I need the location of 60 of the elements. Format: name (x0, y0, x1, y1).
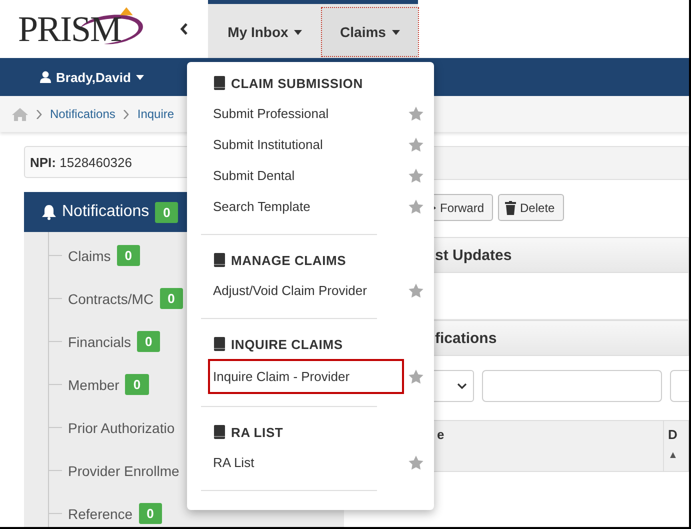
count-badge: 0 (116, 245, 140, 266)
user-icon (40, 71, 51, 83)
sort-indicator[interactable]: ▲ (668, 450, 688, 461)
count-badge: 0 (155, 202, 178, 222)
star-icon[interactable] (408, 282, 424, 298)
menu-section-title: MANAGE CLAIMS (231, 252, 346, 268)
menu-item[interactable]: Submit Professional (208, 98, 404, 129)
breadcrumb-link[interactable]: Notifications (50, 107, 116, 121)
chevron-icon (36, 110, 42, 118)
breadcrumb-link[interactable]: Inquire (137, 107, 174, 121)
count-badge: 0 (138, 503, 162, 524)
column-header[interactable]: D (668, 427, 688, 442)
notifications-title: Notifications (62, 203, 150, 221)
npi-text: NPI: 1528460326 (30, 154, 132, 170)
menu-section-title: INQUIRE CLAIMS (231, 336, 343, 352)
delete-button[interactable]: Delete (498, 194, 564, 221)
book-icon (213, 76, 226, 90)
menu-item[interactable]: Inquire Claim - Provider (208, 359, 404, 394)
notification-category[interactable]: Claims (68, 248, 111, 264)
column-header[interactable]: e (437, 427, 663, 442)
caret-icon (294, 30, 302, 34)
user-menu-button[interactable]: Brady,David (40, 70, 144, 84)
logo[interactable]: PRISM (18, 11, 122, 47)
chevron-icon (123, 110, 130, 118)
menu-item[interactable]: Adjust/Void Claim Provider (208, 275, 404, 306)
menu-section-title: CLAIM SUBMISSION (231, 76, 363, 90)
star-icon[interactable] (408, 136, 424, 152)
count-badge: 0 (125, 374, 149, 395)
book-icon (213, 425, 226, 439)
menu-section-title: RA LIST (231, 424, 284, 440)
star-icon[interactable] (408, 106, 424, 122)
star-icon[interactable] (408, 198, 424, 214)
bell-icon (42, 204, 56, 220)
trash-icon (505, 200, 516, 214)
notification-category[interactable]: Contracts/MC (68, 290, 154, 306)
count-badge: 0 (160, 288, 183, 309)
book-icon (213, 253, 226, 267)
notification-category[interactable]: Prior Authorizatio (68, 420, 175, 436)
star-icon[interactable] (408, 454, 424, 470)
notification-category[interactable]: Financials (68, 334, 132, 350)
menu-item[interactable]: RA List (208, 447, 404, 478)
count-badge: 0 (137, 331, 160, 352)
notification-category[interactable]: Member (68, 376, 120, 392)
caret-icon (136, 74, 144, 80)
notification-category[interactable]: Reference (68, 506, 133, 522)
nav-tab[interactable]: My Inbox (208, 8, 322, 56)
nav-tab[interactable]: Claims (322, 8, 418, 56)
caret-icon (392, 30, 400, 34)
star-icon[interactable] (408, 368, 424, 384)
book-icon (213, 337, 226, 351)
collapse-icon[interactable] (180, 23, 188, 35)
home-icon[interactable] (12, 108, 28, 120)
star-icon[interactable] (408, 168, 424, 184)
menu-item[interactable]: Submit Institutional (208, 129, 404, 160)
chevron-down-icon (457, 383, 467, 389)
menu-item[interactable]: Submit Dental (208, 160, 404, 191)
notification-category[interactable]: Provider Enrollme (68, 462, 180, 478)
filter-input[interactable] (482, 370, 662, 402)
panel-title: st Updates (435, 246, 512, 264)
panel-title: fications (435, 330, 497, 346)
